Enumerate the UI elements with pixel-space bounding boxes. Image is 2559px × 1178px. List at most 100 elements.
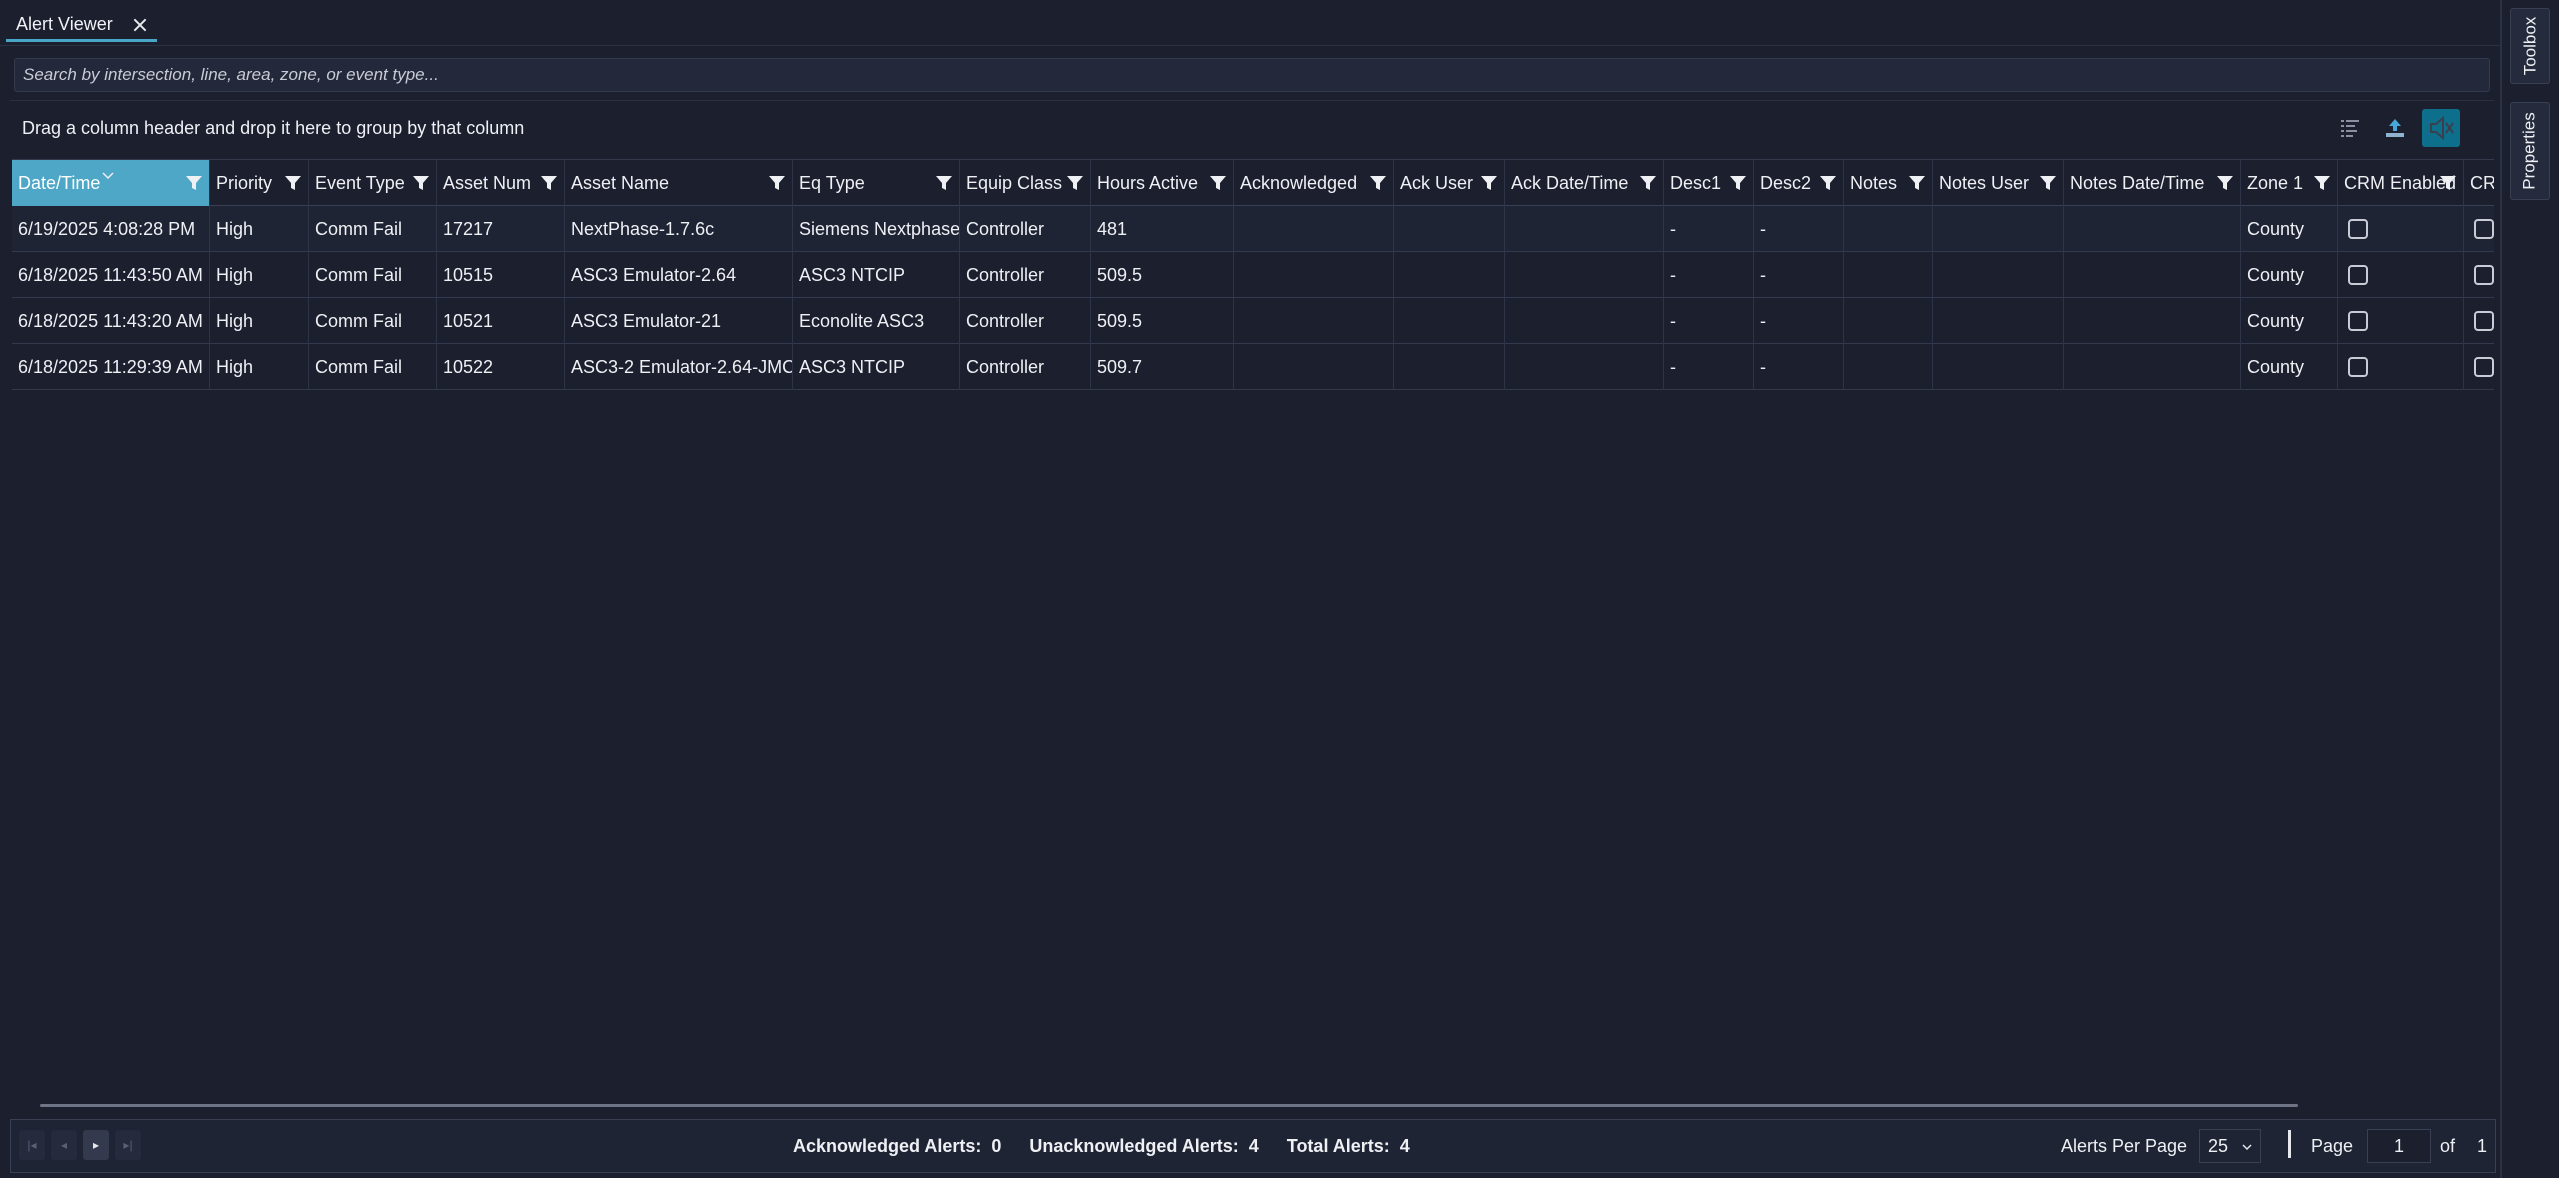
cell-text: 10521 <box>443 310 494 331</box>
last-page-button[interactable]: ▸| <box>115 1130 141 1160</box>
table-cell: ASC3 Emulator-21 <box>565 298 793 344</box>
filter-icon[interactable] <box>1209 174 1227 192</box>
column-header[interactable]: Desc1 <box>1664 160 1754 206</box>
crm-checkbox[interactable] <box>2474 311 2494 331</box>
cell-text: 6/18/2025 11:43:20 AM <box>18 310 203 331</box>
table-cell <box>1234 206 1394 252</box>
filter-icon[interactable] <box>2216 174 2234 192</box>
horizontal-scrollbar[interactable] <box>40 1104 2298 1107</box>
mute-button[interactable] <box>2422 109 2460 147</box>
column-header[interactable]: Event Type <box>309 160 437 206</box>
filter-icon[interactable] <box>185 174 203 192</box>
column-header[interactable]: Equip Class <box>960 160 1091 206</box>
close-icon[interactable] <box>131 16 149 34</box>
table-cell: - <box>1754 206 1844 252</box>
table-cell: 17217 <box>437 206 565 252</box>
filter-icon[interactable] <box>1729 174 1747 192</box>
table-cell <box>2064 206 2241 252</box>
group-by-panel[interactable]: Drag a column header and drop it here to… <box>10 100 2494 156</box>
filter-icon[interactable] <box>540 174 558 192</box>
alert-viewer-panel: Alert Viewer Drag a column header and dr… <box>0 0 2500 1178</box>
table-cell: Controller <box>960 344 1091 390</box>
next-page-button[interactable]: ▸ <box>83 1130 109 1160</box>
cell-text: NextPhase-1.7.6c <box>571 218 715 239</box>
column-header-label: Equip Class <box>966 172 1063 193</box>
crm-checkbox[interactable] <box>2348 219 2368 239</box>
column-header[interactable]: Notes Date/Time <box>2064 160 2241 206</box>
column-header[interactable]: CRM <box>2464 160 2494 206</box>
column-header[interactable]: Hours Active <box>1091 160 1234 206</box>
unacknowledged-label: Unacknowledged Alerts: <box>1029 1136 1239 1156</box>
column-header[interactable]: CRM Enabled <box>2338 160 2464 206</box>
filter-icon[interactable] <box>2039 174 2057 192</box>
table-cell <box>1505 206 1664 252</box>
group-by-hint: Drag a column header and drop it here to… <box>22 118 525 138</box>
export-button[interactable] <box>2376 109 2414 147</box>
table-cell: ASC3-2 Emulator-2.64-JMC <box>565 344 793 390</box>
table-row[interactable]: 6/18/2025 11:29:39 AM High Comm Fail 10522 A… <box>12 344 2494 390</box>
cell-text: - <box>1670 264 1676 285</box>
right-dock-rail: Toolbox Properties <box>2500 0 2559 1178</box>
column-header[interactable]: Notes User <box>1933 160 2064 206</box>
search-input[interactable] <box>15 59 2489 91</box>
column-header[interactable]: Asset Name <box>565 160 793 206</box>
table-row[interactable]: 6/19/2025 4:08:28 PM High Comm Fail 17217 Ne… <box>12 206 2494 252</box>
crm-checkbox[interactable] <box>2348 265 2368 285</box>
cell-text: ASC3 Emulator-2.64 <box>571 264 737 285</box>
column-header[interactable]: Acknowledged <box>1234 160 1394 206</box>
crm-checkbox[interactable] <box>2348 311 2368 331</box>
table-cell: High <box>210 298 309 344</box>
table-row[interactable]: 6/18/2025 11:43:20 AM High Comm Fail 10521 A… <box>12 298 2494 344</box>
table-cell <box>2338 206 2464 252</box>
tab-alert-viewer[interactable]: Alert Viewer <box>6 10 157 42</box>
column-header-label: Ack User <box>1400 172 1474 193</box>
sort-descending-icon <box>102 164 114 180</box>
table-cell: 10515 <box>437 252 565 298</box>
table-cell: 6/18/2025 11:43:20 AM <box>12 298 210 344</box>
cell-text: County <box>2247 310 2305 331</box>
cell-text: High <box>216 356 254 377</box>
cell-text: ASC3 NTCIP <box>799 356 906 377</box>
cell-text: Controller <box>966 356 1045 377</box>
filter-icon[interactable] <box>935 174 953 192</box>
per-page-select[interactable]: 25 <box>2199 1129 2261 1163</box>
filter-icon[interactable] <box>2439 174 2457 192</box>
filter-icon[interactable] <box>1639 174 1657 192</box>
filter-icon[interactable] <box>1369 174 1387 192</box>
cell-text: ASC3-2 Emulator-2.64-JMC <box>571 356 793 377</box>
column-chooser-button[interactable] <box>2331 109 2369 147</box>
filter-icon[interactable] <box>2313 174 2331 192</box>
column-header[interactable]: Zone 1 <box>2241 160 2338 206</box>
column-header[interactable]: Notes <box>1844 160 1933 206</box>
cell-text: 509.5 <box>1097 310 1143 331</box>
filter-icon[interactable] <box>1066 174 1084 192</box>
crm-checkbox[interactable] <box>2474 265 2494 285</box>
column-header[interactable]: Asset Num <box>437 160 565 206</box>
table-cell <box>1933 298 2064 344</box>
column-header[interactable]: Ack User <box>1394 160 1505 206</box>
column-header[interactable]: Desc2 <box>1754 160 1844 206</box>
page-number-input[interactable] <box>2367 1129 2431 1163</box>
filter-icon[interactable] <box>1819 174 1837 192</box>
column-header[interactable]: Priority <box>210 160 309 206</box>
properties-tab[interactable]: Properties <box>2510 102 2550 200</box>
filter-icon[interactable] <box>1480 174 1498 192</box>
column-header[interactable]: Eq Type <box>793 160 960 206</box>
crm-checkbox[interactable] <box>2474 219 2494 239</box>
crm-checkbox[interactable] <box>2474 357 2494 377</box>
table-cell <box>2464 298 2494 344</box>
cell-text: - <box>1760 218 1766 239</box>
crm-checkbox[interactable] <box>2348 357 2368 377</box>
toolbox-tab[interactable]: Toolbox <box>2510 8 2550 84</box>
table-row[interactable]: 6/18/2025 11:43:50 AM High Comm Fail 10515 A… <box>12 252 2494 298</box>
column-header[interactable]: Ack Date/Time <box>1505 160 1664 206</box>
prev-page-button[interactable]: ◂ <box>51 1130 77 1160</box>
first-page-button[interactable]: |◂ <box>19 1130 45 1160</box>
column-header[interactable]: Date/Time <box>12 160 210 206</box>
filter-icon[interactable] <box>768 174 786 192</box>
cell-text: Siemens Nextphase <box>799 218 960 239</box>
filter-icon[interactable] <box>284 174 302 192</box>
filter-icon[interactable] <box>412 174 430 192</box>
filter-icon[interactable] <box>1908 174 1926 192</box>
cell-text: Controller <box>966 264 1045 285</box>
